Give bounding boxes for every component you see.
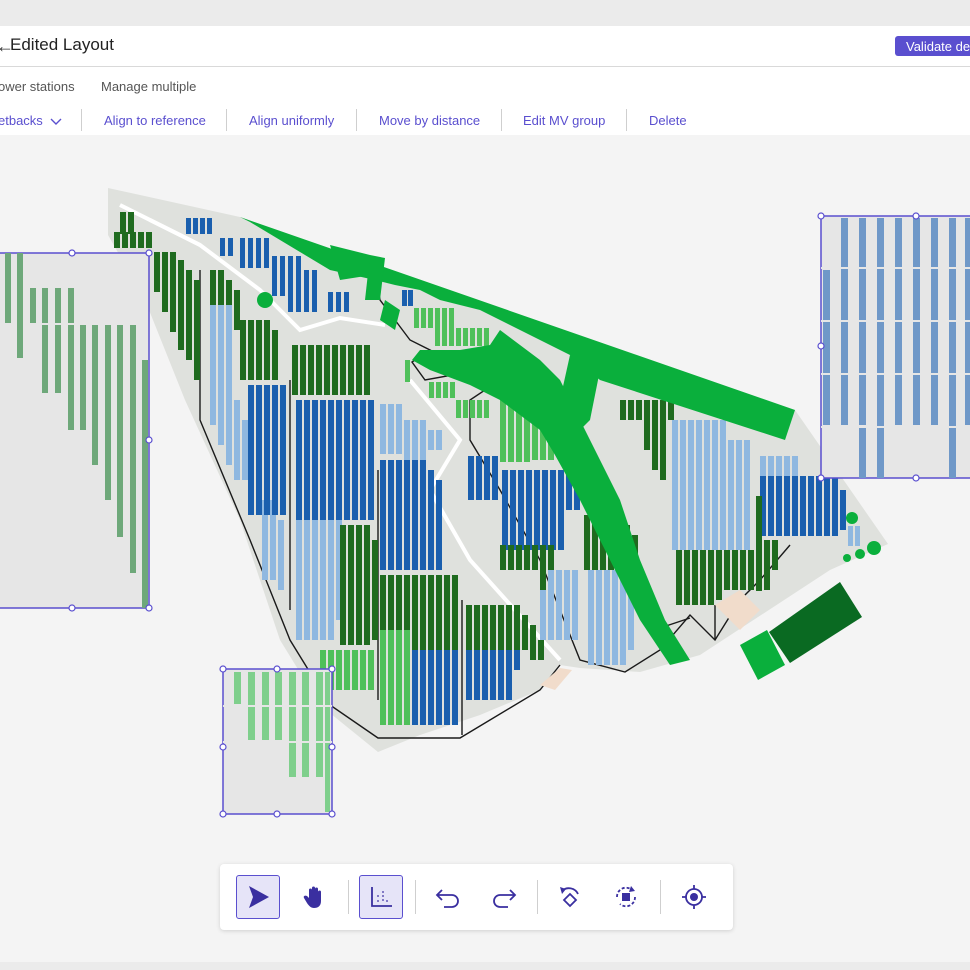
select-tool-icon — [249, 886, 269, 908]
divider — [537, 880, 538, 914]
select-tool-button[interactable] — [236, 875, 280, 919]
rotate-group-icon — [616, 886, 636, 908]
pan-tool-button[interactable] — [292, 875, 336, 919]
redo-button[interactable] — [482, 875, 526, 919]
redo-icon — [493, 889, 517, 908]
selection-box-right[interactable] — [817, 212, 970, 482]
rotate-group-button[interactable] — [604, 875, 648, 919]
pan-hand-icon — [303, 886, 321, 908]
selection-box-bottom[interactable] — [219, 665, 336, 818]
snap-grid-button[interactable] — [359, 875, 403, 919]
snap-grid-icon — [371, 887, 392, 907]
rotate-icon — [560, 887, 579, 908]
divider — [415, 880, 416, 914]
center-view-button[interactable] — [672, 875, 716, 919]
undo-button[interactable] — [426, 875, 470, 919]
selection-box-left[interactable] — [0, 249, 153, 612]
divider — [660, 880, 661, 914]
rotate-button[interactable] — [548, 875, 592, 919]
undo-icon — [435, 889, 459, 908]
canvas-toolbar — [220, 864, 733, 930]
divider — [348, 880, 349, 914]
layout-canvas[interactable] — [0, 0, 970, 970]
center-target-icon — [682, 885, 706, 909]
